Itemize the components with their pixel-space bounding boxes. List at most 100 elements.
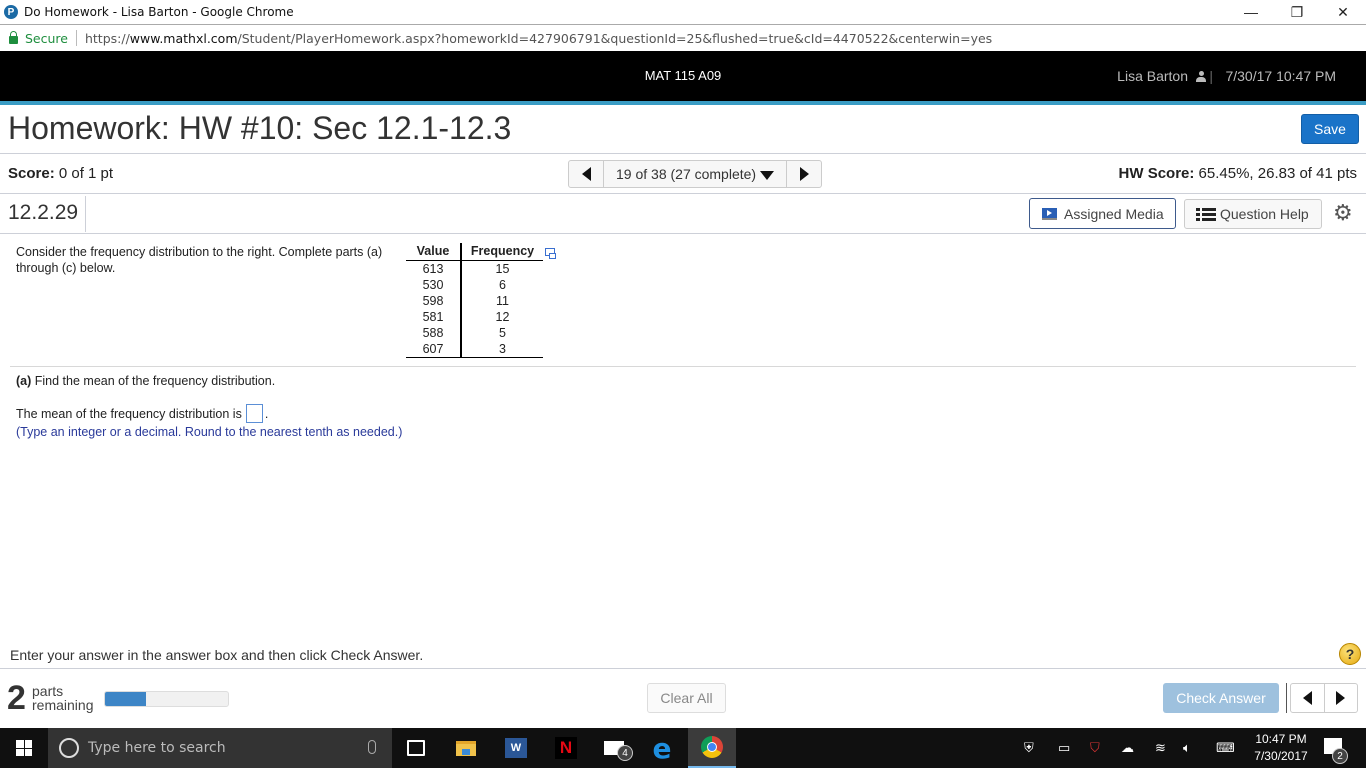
- close-button[interactable]: ✕: [1320, 0, 1366, 24]
- list-icon: [1196, 207, 1216, 221]
- instruction-text: Enter your answer in the answer box and …: [10, 647, 424, 663]
- frequency-cell: 6: [499, 277, 506, 292]
- windows-logo-icon: [16, 740, 32, 756]
- parts-progress-bar: [104, 691, 229, 707]
- caret-left-icon: [1302, 691, 1312, 705]
- word-button[interactable]: W: [492, 728, 540, 768]
- taskbar-clock[interactable]: 10:47 PM 7/30/2017: [1248, 731, 1314, 765]
- task-view-button[interactable]: [392, 728, 440, 768]
- wifi-icon[interactable]: ≋: [1155, 728, 1166, 768]
- mcafee-icon[interactable]: ⛉: [1090, 728, 1100, 768]
- table-row: 607 3: [406, 340, 543, 358]
- accent-bar: [0, 101, 1366, 105]
- microphone-icon[interactable]: [368, 740, 376, 754]
- footer-divider: [1286, 683, 1287, 713]
- part-a-prompt: (a) Find the mean of the frequency distr…: [16, 374, 275, 388]
- user-icon: [1196, 70, 1206, 82]
- header-datetime: 7/30/17 10:47 PM: [1225, 68, 1336, 84]
- save-button[interactable]: Save: [1301, 114, 1359, 144]
- onedrive-icon[interactable]: ☁: [1121, 728, 1134, 768]
- column-header-frequency: Frequency: [461, 243, 543, 261]
- footer-previous-button[interactable]: [1291, 684, 1325, 712]
- taskbar-search-box[interactable]: Type here to search: [48, 728, 392, 768]
- gear-icon[interactable]: ⚙: [1333, 202, 1353, 224]
- popout-icon[interactable]: [545, 248, 556, 259]
- defender-icon[interactable]: ⛨: [1024, 728, 1034, 768]
- app-header: MAT 115 A09 Lisa Barton | 7/30/17 10:47 …: [0, 51, 1366, 101]
- part-a-text: Find the mean of the frequency distribut…: [34, 374, 276, 388]
- question-score: Score: 0 of 1 pt: [8, 165, 113, 182]
- value-cell: 530: [406, 276, 462, 293]
- question-select-dropdown[interactable]: 19 of 38 (27 complete): [603, 161, 788, 187]
- edge-button[interactable]: e: [638, 728, 686, 768]
- search-placeholder: Type here to search: [88, 740, 226, 756]
- address-bar[interactable]: Secure https://www.mathxl.com/Student/Pl…: [0, 24, 1366, 51]
- page-title: Homework: HW #10: Sec 12.1-12.3: [8, 110, 512, 146]
- check-answer-button[interactable]: Check Answer: [1163, 683, 1279, 713]
- battery-icon[interactable]: ▭: [1058, 728, 1070, 768]
- value-cell: 613: [406, 260, 462, 277]
- assigned-media-button[interactable]: Assigned Media: [1029, 198, 1176, 229]
- netflix-button[interactable]: N: [542, 728, 590, 768]
- previous-question-button[interactable]: [569, 161, 603, 187]
- footer-next-button[interactable]: [1325, 684, 1358, 712]
- hw-score-label: HW Score:: [1118, 165, 1195, 182]
- value-cell: 581: [406, 308, 462, 325]
- mean-prefix: The mean of the frequency distribution i…: [16, 406, 242, 421]
- table-row: 598 11: [406, 292, 543, 309]
- restore-button[interactable]: ❐: [1274, 0, 1320, 24]
- question-id-divider: [85, 196, 86, 232]
- minimize-button[interactable]: —: [1228, 0, 1274, 24]
- volume-icon[interactable]: 🔈︎: [1183, 728, 1191, 768]
- score-value: 0 of 1 pt: [58, 165, 114, 182]
- start-button[interactable]: [0, 728, 48, 768]
- user-menu[interactable]: Lisa Barton: [1117, 68, 1206, 84]
- table-row: 613 15: [406, 260, 543, 277]
- question-help-button[interactable]: Question Help: [1184, 199, 1322, 229]
- score-label: Score:: [8, 165, 55, 182]
- divider: [0, 153, 1366, 154]
- chrome-icon: [701, 736, 723, 758]
- url-text[interactable]: https://www.mathxl.com/Student/PlayerHom…: [85, 31, 992, 46]
- table-row: 581 12: [406, 308, 543, 325]
- url-path: /Student/PlayerHomework.aspx?homeworkId=…: [237, 30, 993, 46]
- question-divider: [10, 366, 1356, 367]
- question-intro: Consider the frequency distribution to t…: [16, 245, 383, 275]
- divider: [0, 668, 1366, 669]
- question-position: 19 of 38 (27 complete): [616, 166, 757, 182]
- help-question-icon[interactable]: ?: [1339, 643, 1361, 665]
- file-explorer-button[interactable]: [442, 728, 490, 768]
- window-controls: — ❐ ✕: [1228, 0, 1366, 24]
- hw-score-value: 65.45%, 26.83 of 41 pts: [1198, 165, 1357, 182]
- chrome-button[interactable]: [688, 728, 736, 768]
- question-id: 12.2.29: [8, 201, 79, 224]
- caret-left-icon: [581, 167, 591, 181]
- mean-answer-input[interactable]: [245, 404, 263, 423]
- question-navigator: 19 of 38 (27 complete): [568, 160, 823, 188]
- divider: [0, 233, 1366, 234]
- clear-all-button[interactable]: Clear All: [647, 683, 726, 713]
- video-icon: [1042, 207, 1057, 220]
- value-cell: 588: [406, 324, 462, 341]
- cortana-icon: [59, 738, 79, 758]
- task-view-icon: [407, 740, 425, 756]
- next-question-button[interactable]: [787, 161, 821, 187]
- parts-remaining-count: 2: [7, 679, 26, 717]
- windows-taskbar: Type here to search W N 4 e ⛨ ▭ ⛉ ☁ ≋ 🔈︎…: [0, 728, 1366, 768]
- pearson-app-icon: P: [4, 5, 18, 19]
- value-cell: 598: [406, 292, 462, 309]
- mail-badge: 4: [617, 745, 633, 761]
- lock-icon: [9, 30, 18, 44]
- caret-right-icon: [1336, 691, 1346, 705]
- mean-suffix: .: [264, 406, 269, 421]
- browser-title-bar: P Do Homework - Lisa Barton - Google Chr…: [0, 0, 1366, 24]
- caret-right-icon: [799, 167, 809, 181]
- column-header-value: Value: [406, 243, 462, 261]
- folder-icon: [456, 740, 476, 756]
- window-title: Do Homework - Lisa Barton - Google Chrom…: [24, 5, 294, 19]
- frequency-cell: 11: [496, 293, 509, 308]
- keyboard-icon[interactable]: ⌨: [1216, 728, 1235, 768]
- answer-hint: (Type an integer or a decimal. Round to …: [16, 425, 403, 439]
- user-name: Lisa Barton: [1117, 68, 1188, 84]
- notification-badge: 2: [1332, 748, 1348, 764]
